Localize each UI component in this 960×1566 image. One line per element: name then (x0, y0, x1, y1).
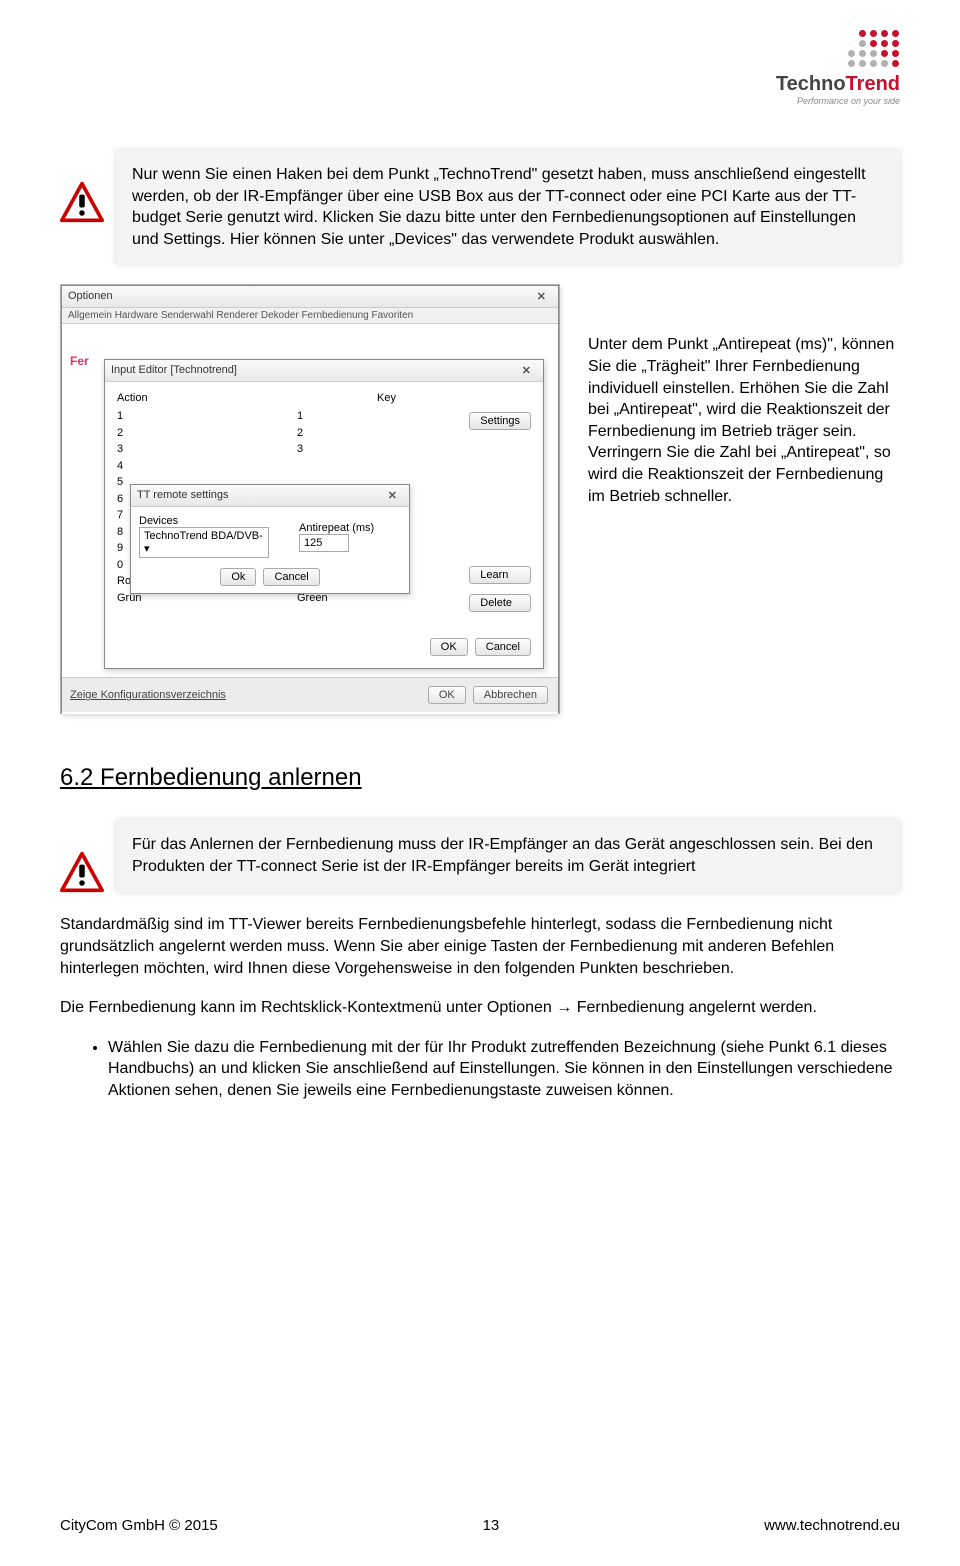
fer-label: Fer (70, 354, 89, 368)
middle-row: Optionen ✕ Allgemein Hardware Senderwahl… (60, 284, 900, 714)
col-action: Action (117, 392, 297, 404)
options-title: Optionen (68, 290, 113, 303)
warning-box-1: Nur wenn Sie einen Haken bei dem Punkt „… (60, 150, 900, 264)
bullet-item: Wählen Sie dazu die Fernbedienung mit de… (108, 1037, 900, 1102)
antirepeat-input[interactable]: 125 (299, 534, 349, 552)
warning-text-2: Für das Anlernen der Fernbedienung muss … (116, 820, 900, 891)
logo-part2: Trend (846, 73, 900, 95)
warning-text-1: Nur wenn Sie einen Haken bei dem Punkt „… (116, 150, 900, 264)
input-editor-ok-button[interactable]: OK (430, 638, 468, 656)
footer-page-number: 13 (483, 1517, 500, 1534)
settings-button[interactable]: Settings (469, 412, 531, 430)
options-ok-button[interactable]: OK (428, 686, 466, 704)
close-icon[interactable]: ✕ (531, 290, 552, 303)
options-window: Optionen ✕ Allgemein Hardware Senderwahl… (61, 285, 559, 713)
delete-button[interactable]: Delete (469, 594, 531, 612)
options-cancel-button[interactable]: Abbrechen (473, 686, 548, 704)
logo-text: TechnoTrend (776, 73, 900, 96)
close-icon[interactable]: ✕ (516, 364, 537, 377)
logo-part1: Techno (776, 73, 846, 95)
input-editor-title: Input Editor [Technotrend] (111, 364, 237, 377)
footer-left: CityCom GmbH © 2015 (60, 1517, 218, 1534)
brand-logo: TechnoTrend Performance on your side (776, 30, 900, 106)
footer-right: www.technotrend.eu (764, 1517, 900, 1534)
logo-dots (848, 30, 900, 67)
devices-label: Devices (139, 515, 178, 527)
bullet-list: Wählen Sie dazu die Fernbedienung mit de… (108, 1037, 900, 1102)
options-tabs[interactable]: Allgemein Hardware Senderwahl Renderer D… (62, 308, 558, 324)
screenshot-image: Optionen ✕ Allgemein Hardware Senderwahl… (60, 284, 560, 714)
warning-box-2: Für das Anlernen der Fernbedienung muss … (60, 820, 900, 894)
antirepeat-explanation: Unter dem Punkt „Antirepeat (ms)", könne… (588, 284, 900, 507)
tt-remote-window: TT remote settings ✕ Devices TechnoTrend… (130, 484, 410, 594)
paragraph-2: Die Fernbedienung kann im Rechtsklick-Ko… (60, 997, 900, 1019)
warning-icon (60, 850, 104, 894)
learn-button[interactable]: Learn (469, 566, 531, 584)
devices-select[interactable]: TechnoTrend BDA/DVB- ▾ (139, 527, 269, 558)
close-icon[interactable]: ✕ (382, 489, 403, 502)
col-key: Key (377, 392, 396, 404)
paragraph-1: Standardmäßig sind im TT-Viewer bereits … (60, 914, 900, 979)
tt-cancel-button[interactable]: Cancel (263, 568, 319, 586)
logo-tagline: Performance on your side (776, 96, 900, 106)
antirepeat-label: Antirepeat (ms) (299, 522, 374, 534)
list-header: Action Key (113, 390, 535, 406)
tt-remote-title: TT remote settings (137, 489, 229, 502)
config-dir-link[interactable]: Zeige Konfigurationsverzeichnis (70, 689, 226, 701)
page-footer: CityCom GmbH © 2015 13 www.technotrend.e… (60, 1517, 900, 1534)
section-heading: 6.2 Fernbedienung anlernen (60, 764, 900, 792)
warning-icon (60, 180, 104, 224)
input-editor-cancel-button[interactable]: Cancel (475, 638, 531, 656)
tt-ok-button[interactable]: Ok (220, 568, 256, 586)
